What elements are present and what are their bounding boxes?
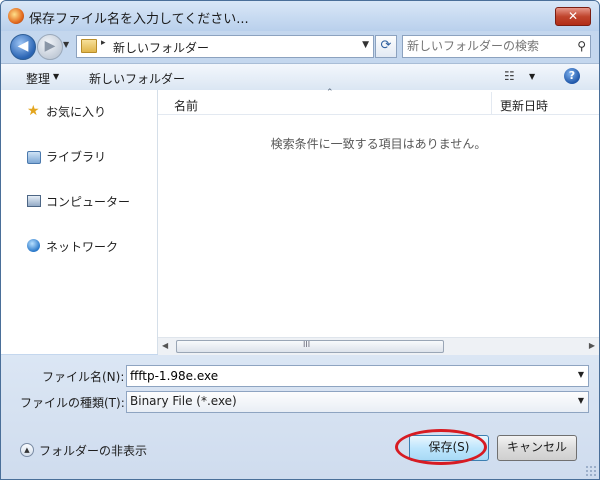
scroll-grip: III: [303, 340, 311, 349]
cancel-button[interactable]: キャンセル: [497, 435, 577, 461]
view-chevron-icon[interactable]: ▼: [529, 72, 535, 81]
search-input[interactable]: [407, 38, 567, 54]
new-folder-button[interactable]: 新しいフォルダー: [89, 70, 185, 87]
breadcrumb-separator[interactable]: ▸: [101, 38, 106, 48]
command-toolbar: 整理 ▼ 新しいフォルダー ☷ ▼ ?: [1, 63, 599, 91]
sidebar-item-label: コンピューター: [46, 195, 131, 209]
resize-grip[interactable]: [585, 465, 597, 477]
star-icon: ★: [27, 103, 40, 119]
scroll-left-icon[interactable]: ◀: [162, 341, 168, 350]
navigation-pane: ★ お気に入り ライブラリ コンピューター ネットワーク: [1, 90, 158, 354]
firefox-icon: [8, 8, 24, 24]
empty-message: 検索条件に一致する項目はありません。: [270, 137, 487, 151]
chevron-down-icon[interactable]: ▼: [578, 396, 584, 405]
organize-button[interactable]: 整理: [26, 70, 50, 87]
navigation-bar: ◀ ▶ ▼ ▸ 新しいフォルダー ▼ ⟳ ⚲: [1, 31, 599, 61]
column-divider[interactable]: [491, 92, 492, 114]
search-icon[interactable]: ⚲: [577, 39, 586, 53]
back-button[interactable]: ◀: [10, 34, 36, 60]
save-dialog: 保存ファイル名を入力してください... ✕ ◀ ▶ ▼ ▸ 新しいフォルダー ▼…: [0, 0, 600, 480]
sidebar-item-label: ライブラリ: [46, 150, 107, 164]
filename-input[interactable]: [130, 368, 560, 384]
window-title: 保存ファイル名を入力してください...: [29, 12, 249, 27]
refresh-button[interactable]: ⟳: [375, 35, 397, 58]
filetype-select[interactable]: Binary File (*.exe) ▼: [126, 391, 589, 413]
sidebar-item-label: ネットワーク: [46, 240, 119, 254]
collapse-icon: ▲: [20, 443, 34, 457]
history-dropdown-icon[interactable]: ▼: [63, 40, 69, 49]
folder-icon: [81, 39, 97, 53]
library-icon: [27, 151, 41, 164]
help-icon[interactable]: ?: [564, 68, 580, 84]
sidebar-item-label: お気に入り: [46, 105, 107, 119]
chevron-down-icon[interactable]: ▼: [362, 40, 369, 50]
column-header-name[interactable]: 名前: [174, 97, 198, 114]
horizontal-scrollbar[interactable]: ◀ III ▶: [158, 337, 599, 355]
save-form: ファイル名(N): ▼ ファイルの種類(T): Binary File (*.e…: [1, 355, 599, 479]
chevron-down-icon[interactable]: ▼: [578, 370, 584, 379]
file-list: 名前 ⌃ 更新日時 検索条件に一致する項目はありません。 ◀ III ▶: [158, 88, 599, 355]
save-button[interactable]: 保存(S): [409, 435, 489, 461]
breadcrumb-current-folder[interactable]: 新しいフォルダー: [113, 39, 209, 56]
column-headers: 名前 ⌃ 更新日時: [158, 88, 599, 115]
search-box[interactable]: ⚲: [402, 35, 591, 58]
computer-icon: [27, 195, 41, 207]
column-header-date[interactable]: 更新日時: [500, 97, 548, 114]
network-icon: [27, 239, 40, 252]
hide-folders-label: フォルダーの非表示: [39, 444, 148, 458]
organize-chevron-icon: ▼: [53, 72, 60, 81]
filename-combobox[interactable]: ▼: [126, 365, 589, 387]
title-bar: 保存ファイル名を入力してください... ✕: [1, 1, 599, 31]
filename-label: ファイル名(N):: [42, 370, 125, 384]
view-options-icon[interactable]: ☷: [504, 69, 515, 83]
forward-button[interactable]: ▶: [37, 34, 63, 60]
address-bar[interactable]: ▸ 新しいフォルダー ▼: [76, 35, 374, 58]
filetype-value: Binary File (*.exe): [130, 394, 237, 408]
close-button[interactable]: ✕: [555, 7, 591, 26]
filetype-label: ファイルの種類(T):: [20, 396, 125, 410]
sort-ascending-icon: ⌃: [326, 88, 334, 98]
scroll-thumb[interactable]: III: [176, 340, 444, 353]
scroll-right-icon[interactable]: ▶: [589, 341, 595, 350]
main-area: ★ お気に入り ライブラリ コンピューター ネットワーク 名前 ⌃ 更新日時 検…: [1, 88, 599, 355]
